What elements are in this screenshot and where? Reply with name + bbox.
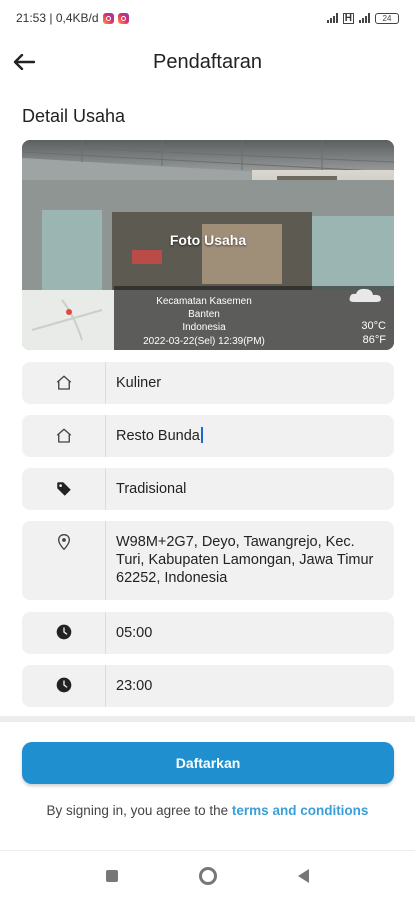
photo-label: Foto Usaha — [169, 232, 247, 248]
type-value: Tradisional — [116, 481, 187, 497]
home-icon — [22, 415, 106, 457]
category-value: Kuliner — [116, 375, 162, 391]
system-back-button[interactable] — [256, 851, 352, 900]
stamp-datetime: 2022-03-22(Sel) 12:39(PM) — [143, 336, 265, 347]
type-field[interactable]: Tradisional — [22, 468, 394, 510]
page-title: Pendaftaran — [153, 50, 262, 73]
terms-prefix: By signing in, you agree to the — [46, 803, 232, 818]
section-title: Detail Usaha — [22, 106, 126, 126]
open-time-field[interactable]: 05:00 — [22, 612, 394, 654]
status-time: 21:53 | 0,4KB/d — [16, 11, 99, 25]
location-pin-icon — [22, 521, 106, 600]
terms-link[interactable]: terms and conditions — [232, 803, 369, 818]
close-time-field[interactable]: 23:00 — [22, 665, 394, 707]
stamp-temp-c: 30°C — [361, 320, 386, 332]
cloud-icon — [349, 288, 381, 302]
open-time-value: 05:00 — [116, 625, 153, 641]
square-icon — [105, 869, 118, 882]
stamp-province: Banten — [188, 309, 220, 320]
home-button[interactable] — [160, 851, 256, 900]
back-arrow-icon[interactable] — [10, 48, 38, 76]
business-photo[interactable]: Foto Usaha Kecamatan Kasemen Banten Indo… — [22, 140, 394, 350]
clock-icon — [22, 665, 106, 707]
section-divider — [0, 716, 415, 722]
business-name-field[interactable]: Resto Bunda — [22, 415, 394, 457]
business-name-input[interactable]: Resto Bunda — [106, 415, 213, 457]
home-icon — [22, 362, 106, 404]
close-time-value: 23:00 — [116, 678, 153, 694]
signal-icon — [326, 13, 338, 23]
stamp-country: Indonesia — [182, 322, 226, 333]
business-name-value: Resto Bunda — [116, 428, 200, 444]
app-bar: Pendaftaran — [0, 38, 415, 86]
stamp-district: Kecamatan Kasemen — [156, 296, 252, 307]
circle-icon — [198, 866, 217, 885]
clock-icon — [22, 612, 106, 654]
category-field[interactable]: Kuliner — [22, 362, 394, 404]
text-cursor — [200, 427, 203, 443]
register-button[interactable]: Daftarkan — [22, 742, 394, 784]
address-field[interactable]: W98M+2G7, Deyo, Tawangrejo, Kec. Turi, K… — [22, 521, 394, 600]
signal-icon-2 — [359, 13, 370, 23]
recents-button[interactable] — [64, 851, 160, 900]
address-value: W98M+2G7, Deyo, Tawangrejo, Kec. Turi, K… — [116, 534, 374, 586]
battery-icon: 24 — [375, 12, 399, 24]
instagram-notification-icon-2 — [117, 12, 129, 24]
stamp-temp-f: 86°F — [362, 334, 386, 346]
terms-text: By signing in, you agree to the terms an… — [0, 803, 415, 818]
status-bar: 21:53 | 0,4KB/d H 24 — [0, 0, 415, 36]
instagram-notification-icon — [102, 12, 114, 24]
system-nav-bar — [0, 850, 415, 900]
tag-icon — [22, 468, 106, 510]
triangle-back-icon — [298, 868, 309, 883]
hd-icon: H — [342, 12, 354, 24]
